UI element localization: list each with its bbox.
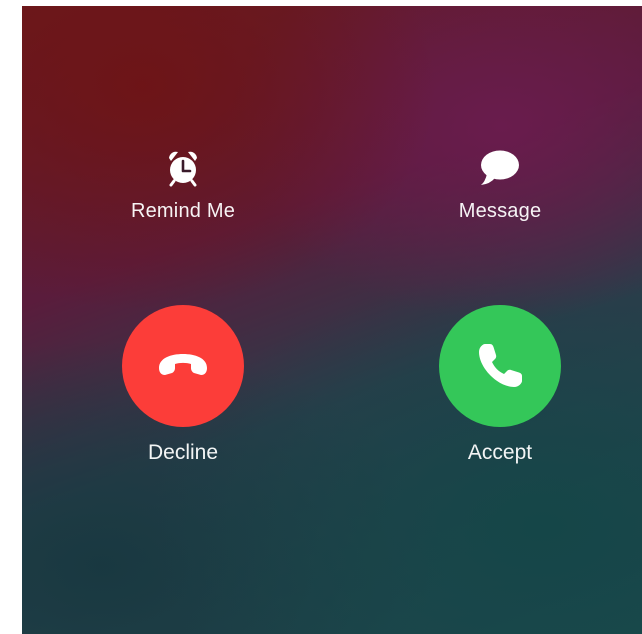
decline-label: Decline (147, 441, 219, 464)
speech-bubble-icon (481, 150, 519, 185)
hang-up-phone-icon (159, 354, 207, 375)
decline-circle[interactable] (122, 305, 244, 427)
accept-label: Accept (467, 441, 533, 464)
remind-me-button[interactable]: Remind Me (93, 148, 273, 223)
accept-button[interactable]: Accept (400, 305, 600, 465)
phone-icon (479, 344, 522, 387)
message-button[interactable]: Message (410, 148, 590, 223)
alarm-clock-icon (169, 151, 197, 187)
remind-me-label: Remind Me (130, 200, 236, 222)
message-label: Message (458, 200, 542, 222)
incoming-call-screen: Remind Me Message Decline Accept (22, 6, 642, 634)
decline-button[interactable]: Decline (83, 305, 283, 465)
accept-circle[interactable] (439, 305, 561, 427)
